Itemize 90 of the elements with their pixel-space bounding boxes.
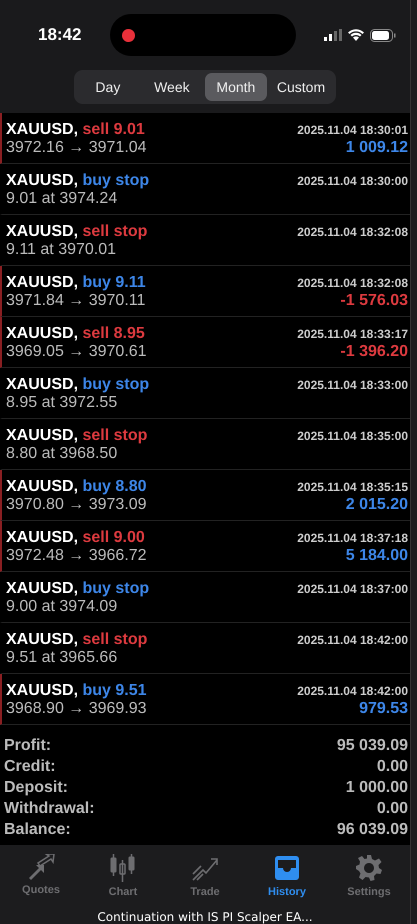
price-text: 3968.90 → 3969.93: [6, 700, 147, 718]
history-row[interactable]: XAUUSD, buy 9.11 2025.11.04 18:32:08 3971.84 → 3970.11 -1 576.03: [0, 266, 410, 317]
price-text: 3969.05 → 3970.61: [6, 342, 147, 361]
caption-text: Continuation with IS PI Scalper EA...: [97, 909, 313, 924]
profit-value: 979.53: [359, 700, 408, 718]
price-text: 3972.16 → 3971.04: [6, 138, 147, 157]
action-text: buy 8.80: [82, 478, 146, 495]
summary-label: Profit:: [4, 736, 52, 755]
history-row[interactable]: XAUUSD, sell 8.95 2025.11.04 18:33:17 3969.05 → 3970.61 -1 396.20: [0, 316, 410, 368]
symbol-text: XAUUSD,: [6, 376, 78, 393]
symbol-text: XAUUSD,: [6, 528, 78, 546]
summary-label: Credit:: [4, 758, 56, 776]
symbol-text: XAUUSD,: [6, 682, 78, 699]
period-tab[interactable]: Custom: [268, 73, 334, 101]
history-tab[interactable]: History: [249, 852, 325, 908]
summary-value: 95 039.09: [336, 736, 408, 755]
timestamp: 2025.11.04 18:37:18: [297, 530, 408, 545]
action-text: sell stop: [82, 426, 148, 444]
action-text: buy stop: [82, 376, 150, 393]
timestamp: 2025.11.04 18:37:00: [297, 582, 408, 596]
period-tab[interactable]: Month: [204, 73, 267, 101]
price-text: 9.01 at 3974.24: [6, 190, 118, 208]
action-text: buy stop: [82, 580, 150, 597]
price-text: 3971.84 → 3970.11: [6, 292, 146, 310]
price-text: 3972.48 → 3966.72: [6, 546, 147, 565]
settings-icon: [355, 854, 383, 882]
symbol-text: XAUUSD,: [6, 222, 78, 240]
history-row[interactable]: XAUUSD, sell stop 2025.11.04 18:32:08 9.11 at 3970.01: [0, 214, 410, 266]
history-row[interactable]: XAUUSD, buy stop 2025.11.04 18:33:00 8.95 at 3972.55: [0, 368, 410, 419]
timestamp: 2025.11.04 18:42:00: [297, 632, 408, 647]
symbol-text: XAUUSD,: [6, 630, 78, 648]
symbol-text: XAUUSD,: [6, 172, 78, 189]
history-row[interactable]: XAUUSD, sell 9.00 2025.11.04 18:37:18 3972.48 → 3966.72 5 184.00: [0, 520, 410, 572]
price-text: 9.00 at 3974.09: [6, 598, 118, 616]
action-text: buy stop: [82, 172, 150, 189]
action-text: sell stop: [82, 630, 148, 648]
price-text: 9.11 at 3970.01: [6, 240, 116, 259]
history-row[interactable]: XAUUSD, buy stop 2025.11.04 18:37:00 9.00 at 3974.09: [0, 572, 410, 623]
summary-value: 96 039.09: [336, 820, 408, 839]
timestamp: 2025.11.04 18:35:15: [297, 480, 408, 494]
diagonal-arrows-icon: [27, 854, 55, 880]
price-text: 3970.80 → 3973.09: [6, 496, 147, 514]
profit-value: -1 396.20: [340, 342, 408, 361]
signal-icon: [324, 29, 342, 41]
summary-value: 0.00: [376, 800, 408, 818]
action-text: buy 9.51: [82, 682, 146, 699]
history-row[interactable]: XAUUSD, buy stop 2025.11.04 18:30:00 9.01 at 3974.24: [0, 164, 410, 215]
symbol-text: XAUUSD,: [6, 120, 78, 138]
timestamp: 2025.11.04 18:32:08: [297, 276, 408, 290]
symbol-text: XAUUSD,: [6, 426, 78, 444]
period-tab[interactable]: Day: [76, 73, 139, 101]
wifi-icon: [348, 29, 364, 41]
summary-label: Deposit:: [4, 778, 68, 797]
profit-value: 2 015.20: [346, 496, 408, 514]
inbox-tray-icon: [273, 854, 301, 882]
profit-value: 5 184.00: [346, 546, 408, 565]
clock-time: 18:42: [38, 25, 82, 45]
history-row[interactable]: XAUUSD, sell stop 2025.11.04 18:42:00 9.51 at 3965.66: [0, 622, 410, 674]
history-row[interactable]: XAUUSD, sell stop 2025.11.04 18:35:00 8.80 at 3968.50: [0, 418, 410, 470]
price-text: 9.51 at 3965.66: [6, 648, 118, 667]
period-tab[interactable]: Week: [140, 73, 203, 101]
timestamp: 2025.11.04 18:35:00: [297, 428, 408, 443]
symbol-text: XAUUSD,: [6, 580, 78, 597]
timestamp: 2025.11.04 18:30:00: [297, 174, 408, 188]
summary-value: 1 000.00: [346, 778, 408, 797]
timestamp: 2025.11.04 18:30:01: [297, 122, 408, 137]
summary-label: Balance:: [4, 820, 71, 839]
timestamp: 2025.11.04 18:33:00: [297, 378, 408, 392]
timestamp: 2025.11.04 18:33:17: [297, 326, 408, 341]
timestamp: 2025.11.04 18:32:08: [297, 224, 408, 239]
action-text: sell 9.00: [82, 528, 145, 546]
price-text: 8.95 at 3972.55: [6, 394, 118, 412]
action-text: sell 9.01: [82, 120, 145, 138]
profit-value: -1 576.03: [340, 292, 408, 310]
timestamp: 2025.11.04 18:42:00: [297, 684, 408, 698]
summary-value: 0.00: [376, 758, 408, 776]
symbol-text: XAUUSD,: [6, 274, 78, 291]
symbol-text: XAUUSD,: [6, 324, 78, 342]
summary-label: Withdrawal:: [4, 800, 95, 818]
action-text: buy 9.11: [82, 274, 146, 291]
action-text: sell stop: [82, 222, 148, 240]
history-row[interactable]: XAUUSD, buy 8.80 2025.11.04 18:35:15 3970.80 → 3973.09 2 015.20: [0, 470, 410, 521]
action-text: sell 8.95: [82, 324, 145, 342]
price-text: 8.80 at 3968.50: [6, 444, 118, 463]
battery-icon: [370, 28, 396, 42]
history-row[interactable]: XAUUSD, buy 9.51 2025.11.04 18:42:00 3968.90 → 3969.93 979.53: [0, 674, 410, 725]
candlestick-icon: [109, 854, 137, 882]
profit-value: 1 009.12: [346, 138, 408, 157]
symbol-text: XAUUSD,: [6, 478, 78, 495]
history-row[interactable]: XAUUSD, sell 9.01 2025.11.04 18:30:01 3972.16 → 3971.04 1 009.12: [0, 112, 410, 164]
